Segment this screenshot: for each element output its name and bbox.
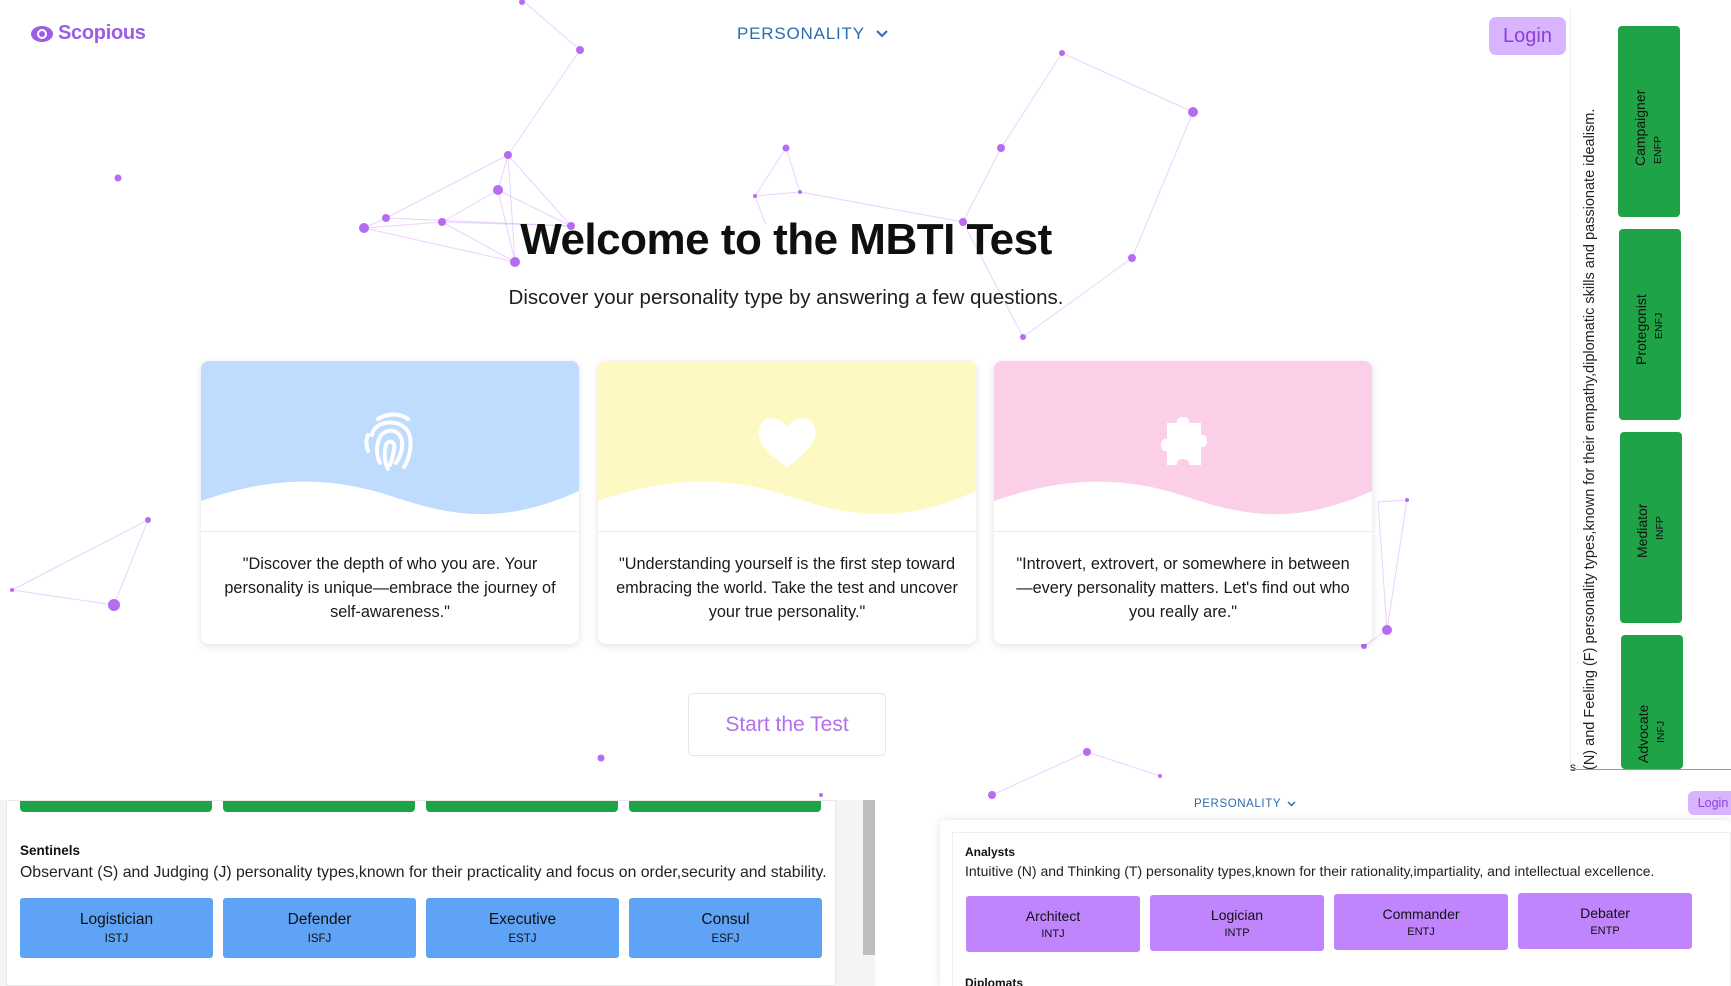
intro-card-introvert: "Introvert, extrovert, or somewhere in b… <box>994 361 1372 644</box>
type-code: ISFJ <box>307 933 332 945</box>
card-divider <box>598 531 976 532</box>
type-button-logician[interactable]: Logician INTP <box>1150 895 1324 951</box>
panel-divider <box>1570 769 1731 770</box>
green-type-button[interactable] <box>426 801 618 812</box>
card-wave-shape <box>598 481 976 533</box>
type-name: Commander <box>1382 906 1460 922</box>
type-name: Executive <box>488 911 557 928</box>
personality-nav-dropdown[interactable]: PERSONALITY <box>737 24 889 44</box>
type-name: Consul <box>701 911 750 928</box>
card-quote: "Understanding yourself is the first ste… <box>616 555 958 621</box>
card-divider <box>994 531 1372 532</box>
type-card-protegonist[interactable]: Protegonist ENFJ <box>1619 229 1681 420</box>
brand-name: Scopious <box>58 22 146 44</box>
type-button-logistician[interactable]: Logistician ISTJ <box>20 898 213 958</box>
card-divider <box>201 531 579 532</box>
type-name: Logician <box>1210 907 1264 923</box>
type-button-defender[interactable]: Defender ISFJ <box>223 898 416 958</box>
analysts-description: Intuitive (N) and Thinking (T) personali… <box>965 863 1655 879</box>
heart-icon <box>758 418 816 467</box>
analysts-title: Analysts <box>965 845 1016 859</box>
card-wave-shape <box>994 481 1372 533</box>
type-name: Logistician <box>79 911 154 928</box>
panel-edge-text: s <box>1570 760 1576 774</box>
personality-nav-label: PERSONALITY <box>737 24 865 43</box>
type-card-campaigner[interactable]: Campaigner ENFP <box>1618 26 1680 217</box>
card-quote: "Introvert, extrovert, or somewhere in b… <box>1016 555 1350 621</box>
card-wave-shape <box>201 481 579 533</box>
type-button-commander[interactable]: Commander ENTJ <box>1334 894 1508 950</box>
intro-card-discover: "Discover the depth of who you are. Your… <box>201 361 579 644</box>
type-name: Campaigner <box>1632 89 1648 166</box>
sentinels-description: Observant (S) and Judging (J) personalit… <box>20 864 827 881</box>
mini-login-button[interactable]: Login <box>1688 791 1731 815</box>
type-code: ENTJ <box>1407 926 1435 938</box>
type-code: ESFJ <box>711 933 740 945</box>
type-button-consul[interactable]: Consul ESFJ <box>629 898 822 958</box>
diplomats-description: (N) and Feeling (F) personality types,kn… <box>1582 108 1598 770</box>
green-type-button[interactable] <box>629 801 821 812</box>
page-subtitle: Discover your personality type by answer… <box>508 286 1064 309</box>
intro-card-understanding: "Understanding yourself is the first ste… <box>598 361 976 644</box>
type-card-advocate[interactable]: Advocate INFJ <box>1621 635 1683 769</box>
chevron-down-icon <box>876 30 888 38</box>
type-code: ENFJ <box>1653 312 1665 339</box>
type-name: Defender <box>287 911 352 928</box>
chevron-down-icon <box>1287 801 1296 807</box>
green-type-button[interactable] <box>223 801 415 812</box>
type-name: Architect <box>1025 908 1081 924</box>
type-code: ENFP <box>1652 135 1664 164</box>
page-title: Welcome to the MBTI Test <box>520 215 1052 264</box>
fingerprint-icon <box>364 412 413 471</box>
mini-personality-nav[interactable]: PERSONALITY <box>1194 798 1296 810</box>
type-code: INFP <box>1654 516 1666 540</box>
green-type-button[interactable] <box>20 801 212 812</box>
type-code: INTJ <box>1041 928 1065 940</box>
type-code: INFJ <box>1655 720 1667 743</box>
type-button-architect[interactable]: Architect INTJ <box>966 896 1140 952</box>
card-quote: "Discover the depth of who you are. Your… <box>224 555 556 621</box>
diplomats-title-partial: Diplomats <box>965 976 1024 986</box>
type-name: Debater <box>1580 905 1630 921</box>
type-code: ISTJ <box>104 933 129 945</box>
type-button-debater[interactable]: Debater ENTP <box>1518 893 1692 949</box>
sentinels-title: Sentinels <box>20 843 81 858</box>
sentinels-section: Sentinels Observant (S) and Judging (J) … <box>6 800 836 986</box>
analysts-section: Analysts Intuitive (N) and Thinking (T) … <box>952 832 1731 986</box>
screenshot-stage: Scopious PERSONALITY Login Welcome to th… <box>0 0 1731 986</box>
start-test-button[interactable]: Start the Test <box>688 693 886 756</box>
brand-logo[interactable]: Scopious <box>30 22 146 45</box>
type-name: Mediator <box>1634 503 1650 558</box>
eye-logo-icon <box>31 25 53 42</box>
type-card-mediator[interactable]: Mediator INFP <box>1620 432 1682 623</box>
type-code: INTP <box>1224 927 1250 939</box>
type-code: ESTJ <box>508 933 537 945</box>
scrollbar[interactable] <box>863 800 875 955</box>
login-button[interactable]: Login <box>1489 17 1566 55</box>
puzzle-icon <box>1161 417 1207 465</box>
type-name: Advocate <box>1635 704 1651 763</box>
mini-nav-label: PERSONALITY <box>1194 798 1282 810</box>
type-button-executive[interactable]: Executive ESTJ <box>426 898 619 958</box>
type-name: Protegonist <box>1633 294 1649 365</box>
type-code: ENTP <box>1590 925 1620 937</box>
